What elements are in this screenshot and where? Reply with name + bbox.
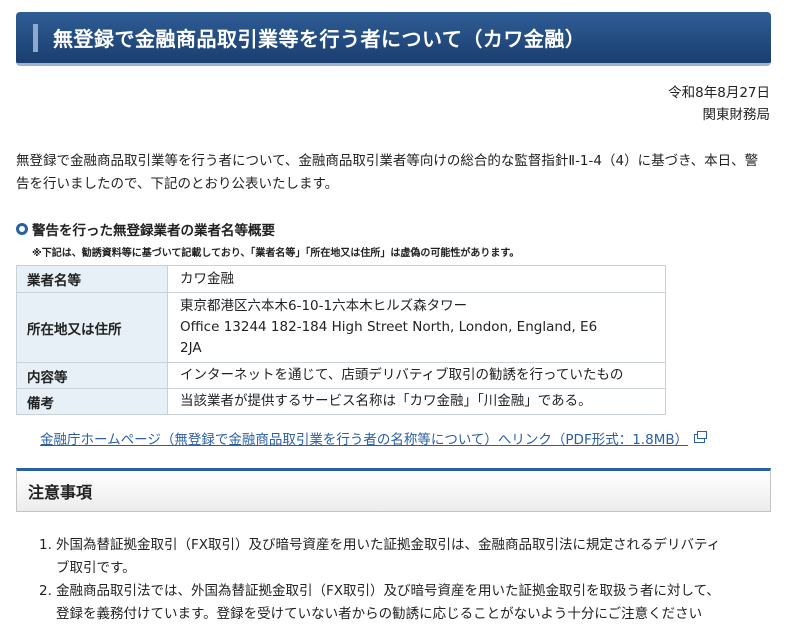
date-block: 令和8年8月27日 関東財務局	[668, 82, 770, 126]
notices-section-header: 注意事項	[16, 468, 771, 512]
summary-note: ※下記は、勧誘資料等に基づいて記載しており、「業者名等」「所在地又は住所」は虚偽…	[32, 248, 520, 259]
value-line: カワ金融	[180, 270, 234, 287]
table-row: 内容等 インターネットを通じて、店頭デリバティブ取引の勧誘を行っていたもの	[16, 362, 666, 389]
table-row: 備考 当該業者が提供するサービス名称は「カワ金融」「川金融」である。	[16, 388, 666, 415]
value-line: インターネットを通じて、店頭デリバティブ取引の勧誘を行っていたもの	[180, 367, 624, 383]
title-accent-bar	[33, 23, 38, 52]
list-line: 登録を義務付けています。登録を受けていない者からの勧誘に応じることがないよう十分…	[56, 606, 703, 622]
external-window-icon	[694, 430, 708, 443]
intro-text: 無登録で金融商品取引業等を行う者について、金融商品取引業者等向けの総合的な監督指…	[16, 153, 759, 192]
row-value: 東京都港区六本木6-10-1六本木ヒルズ森タワー Office 13244 18…	[167, 292, 666, 363]
value-line: 2JA	[180, 340, 202, 356]
row-value: インターネットを通じて、店頭デリバティブ取引の勧誘を行っていたもの	[167, 362, 666, 389]
notices-list: 1. 外国為替証拠金取引（FX取引）及び暗号資産を用いた証拠金取引は、金融商品取…	[39, 534, 768, 624]
value-line: 当該業者が提供するサービス名称は「カワ金融」「川金融」である。	[180, 393, 592, 409]
row-value: カワ金融	[167, 265, 666, 293]
pdf-link-text: 金融庁ホームページ（無登録で金融商品取引業を行う者の名称等について）へリンク（P…	[40, 432, 689, 448]
page-title-bar: 無登録で金融商品取引業等を行う者について（カワ金融）	[16, 12, 771, 66]
value-line: Office 13244 182-184 High Street North, …	[180, 319, 598, 335]
row-label: 業者名等	[16, 265, 168, 293]
list-number: 2.	[39, 583, 52, 599]
list-line: ブ取引です。	[56, 560, 136, 576]
vendor-info-table: 業者名等 カワ金融 所在地又は住所 東京都港区六本木6-10-1六本木ヒルズ森タ…	[16, 265, 666, 415]
list-item: 1. 外国為替証拠金取引（FX取引）及び暗号資産を用いた証拠金取引は、金融商品取…	[39, 534, 768, 580]
summary-heading-text: 警告を行った無登録業者の業者名等概要	[32, 223, 275, 239]
row-value: 当該業者が提供するサービス名称は「カワ金融」「川金融」である。	[167, 388, 666, 415]
row-label: 内容等	[16, 362, 168, 389]
issuer: 関東財務局	[702, 107, 771, 123]
fsa-pdf-link[interactable]: 金融庁ホームページ（無登録で金融商品取引業を行う者の名称等について）へリンク（P…	[40, 428, 708, 448]
summary-heading: 警告を行った無登録業者の業者名等概要	[16, 219, 275, 239]
list-number: 1.	[39, 537, 52, 553]
list-line: 金融商品取引法では、外国為替証拠金取引（FX取引）及び暗号資産を用いた証拠金取引…	[56, 583, 720, 599]
value-line: 東京都港区六本木6-10-1六本木ヒルズ森タワー	[180, 298, 468, 314]
list-item: 2. 金融商品取引法では、外国為替証拠金取引（FX取引）及び暗号資産を用いた証拠…	[39, 580, 768, 624]
page-title: 無登録で金融商品取引業等を行う者について（カワ金融）	[53, 27, 586, 51]
table-row: 業者名等 カワ金融	[16, 265, 666, 293]
list-line: 外国為替証拠金取引（FX取引）及び暗号資産を用いた証拠金取引は、金融商品取引法に…	[56, 537, 721, 553]
publication-date: 令和8年8月27日	[668, 85, 770, 101]
bullet-icon	[16, 223, 28, 235]
notices-heading: 注意事項	[28, 483, 93, 502]
row-label: 備考	[16, 388, 168, 415]
table-row: 所在地又は住所 東京都港区六本木6-10-1六本木ヒルズ森タワー Office …	[16, 292, 666, 363]
row-label: 所在地又は住所	[16, 292, 168, 363]
